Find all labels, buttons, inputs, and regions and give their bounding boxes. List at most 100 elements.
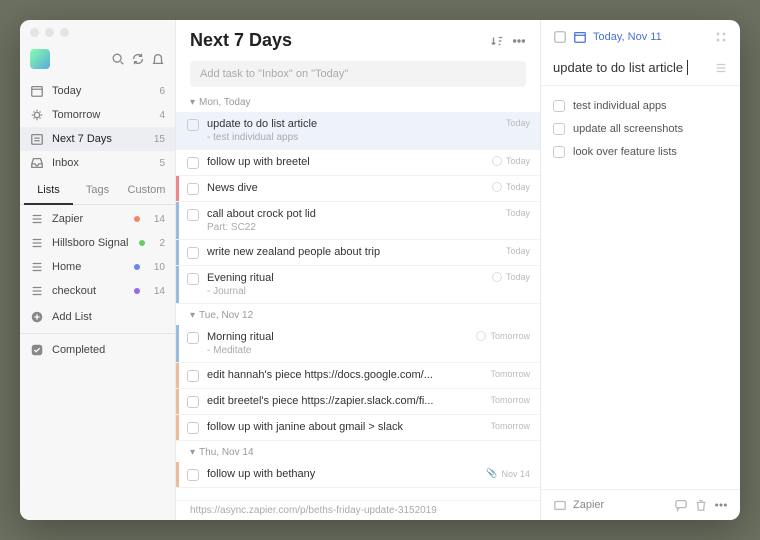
sync-icon[interactable] bbox=[131, 52, 145, 66]
task-row[interactable]: edit hannah's piece https://docs.google.… bbox=[176, 363, 540, 389]
count-badge: 5 bbox=[159, 158, 165, 169]
more-icon[interactable] bbox=[512, 34, 526, 48]
subtask-item[interactable]: look over feature lists bbox=[553, 140, 728, 163]
subtask-checkbox[interactable] bbox=[553, 100, 565, 112]
tab-custom[interactable]: Custom bbox=[122, 177, 171, 204]
priority-bar bbox=[176, 150, 179, 175]
group-header[interactable]: ▾Thu, Nov 14 bbox=[176, 441, 540, 462]
cutoff-url: https://async.zapier.com/p/beths-friday-… bbox=[176, 500, 540, 520]
tab-lists[interactable]: Lists bbox=[24, 177, 73, 205]
task-checkbox[interactable] bbox=[187, 469, 199, 481]
notifications-icon[interactable] bbox=[151, 52, 165, 66]
detail-date[interactable]: Today, Nov 11 bbox=[593, 31, 662, 43]
task-subtitle: - Journal bbox=[207, 286, 484, 297]
subtask-checkbox[interactable] bbox=[553, 123, 565, 135]
task-subtitle: Part: SC22 bbox=[207, 222, 498, 233]
tab-tags[interactable]: Tags bbox=[73, 177, 122, 204]
subtask-item[interactable]: update all screenshots bbox=[553, 117, 728, 140]
detail-title[interactable]: update to do list article bbox=[553, 60, 683, 75]
sidebar-item-next-7-days[interactable]: Next 7 Days15 bbox=[20, 127, 175, 151]
color-dot bbox=[139, 240, 145, 246]
subtask-checkbox[interactable] bbox=[553, 146, 565, 158]
task-checkbox[interactable] bbox=[187, 273, 199, 285]
subtask-list: test individual apps update all screensho… bbox=[541, 86, 740, 489]
priority-bar bbox=[176, 363, 179, 388]
detail-panel: Today, Nov 11 update to do list article … bbox=[540, 20, 740, 520]
sidebar-item-inbox[interactable]: Inbox 5 bbox=[20, 151, 175, 175]
color-dot bbox=[134, 264, 140, 270]
window-controls[interactable] bbox=[20, 20, 175, 45]
task-checkbox[interactable] bbox=[187, 422, 199, 434]
comment-icon[interactable] bbox=[674, 498, 688, 512]
task-row[interactable]: Evening ritual- JournalToday bbox=[176, 266, 540, 304]
priority-icon[interactable] bbox=[714, 30, 728, 44]
subtask-title: update all screenshots bbox=[573, 123, 683, 135]
checkbox-icon[interactable] bbox=[553, 30, 567, 44]
task-date: Today bbox=[492, 182, 530, 192]
sidebar-item-tomorrow[interactable]: Tomorrow4 bbox=[20, 103, 175, 127]
task-row[interactable]: News diveToday bbox=[176, 176, 540, 202]
task-list: ▾Mon, Todayupdate to do list article- te… bbox=[176, 91, 540, 500]
delete-icon[interactable] bbox=[694, 498, 708, 512]
task-title: follow up with bethany bbox=[207, 468, 478, 480]
priority-bar bbox=[176, 462, 179, 487]
task-row[interactable]: edit breetel's piece https://zapier.slac… bbox=[176, 389, 540, 415]
task-title: edit breetel's piece https://zapier.slac… bbox=[207, 395, 482, 407]
task-checkbox[interactable] bbox=[187, 209, 199, 221]
sidebar-item-label: Next 7 Days bbox=[52, 133, 112, 145]
group-header[interactable]: ▾Mon, Today bbox=[176, 91, 540, 112]
sort-icon[interactable] bbox=[490, 34, 504, 48]
custom-lists: Zapier14Hillsboro Signal2Home10checkout1… bbox=[20, 205, 175, 305]
sidebar-item-today[interactable]: Today6 bbox=[20, 79, 175, 103]
task-title: edit hannah's piece https://docs.google.… bbox=[207, 369, 482, 381]
group-header[interactable]: ▾Tue, Nov 12 bbox=[176, 304, 540, 325]
list-home[interactable]: Home10 bbox=[20, 255, 175, 279]
task-checkbox[interactable] bbox=[187, 370, 199, 382]
list-hillsboro-signal[interactable]: Hillsboro Signal2 bbox=[20, 231, 175, 255]
list-icon bbox=[30, 212, 44, 226]
count-badge: 10 bbox=[154, 262, 165, 273]
task-row[interactable]: follow up with janine about gmail > slac… bbox=[176, 415, 540, 441]
task-checkbox[interactable] bbox=[187, 119, 199, 131]
more-footer-icon[interactable] bbox=[714, 498, 728, 512]
count-badge: 6 bbox=[159, 86, 165, 97]
calendar-icon bbox=[30, 84, 44, 98]
detail-list-name[interactable]: Zapier bbox=[573, 499, 604, 511]
task-row[interactable]: write new zealand people about tripToday bbox=[176, 240, 540, 266]
list-label: Hillsboro Signal bbox=[52, 237, 128, 249]
task-row[interactable]: follow up with bethany📎Nov 14 bbox=[176, 462, 540, 488]
outline-icon[interactable] bbox=[714, 61, 728, 75]
task-title: write new zealand people about trip bbox=[207, 246, 498, 258]
task-checkbox[interactable] bbox=[187, 396, 199, 408]
task-subtitle: - Meditate bbox=[207, 345, 468, 356]
task-checkbox[interactable] bbox=[187, 332, 199, 344]
sidebar-item-label: Inbox bbox=[52, 157, 79, 169]
sidebar-tabs: ListsTagsCustom bbox=[20, 177, 175, 205]
color-dot bbox=[134, 216, 140, 222]
reminder-icon bbox=[476, 331, 486, 341]
list-checkout[interactable]: checkout14 bbox=[20, 279, 175, 303]
list-label: Zapier bbox=[52, 213, 83, 225]
priority-bar bbox=[176, 176, 179, 201]
list-zapier[interactable]: Zapier14 bbox=[20, 207, 175, 231]
task-checkbox[interactable] bbox=[187, 247, 199, 259]
priority-bar bbox=[176, 240, 179, 265]
task-row[interactable]: call about crock pot lidPart: SC22Today bbox=[176, 202, 540, 240]
task-checkbox[interactable] bbox=[187, 157, 199, 169]
search-icon[interactable] bbox=[111, 52, 125, 66]
subtask-item[interactable]: test individual apps bbox=[553, 94, 728, 117]
task-row[interactable]: follow up with breetelToday bbox=[176, 150, 540, 176]
add-task-input[interactable]: Add task to "Inbox" on "Today" bbox=[190, 61, 526, 87]
avatar[interactable] bbox=[30, 49, 50, 69]
task-row[interactable]: update to do list article- test individu… bbox=[176, 112, 540, 150]
reminder-icon bbox=[492, 272, 502, 282]
sidebar-item-label: Tomorrow bbox=[52, 109, 100, 121]
completed-item[interactable]: Completed bbox=[20, 338, 175, 362]
task-date: Today bbox=[506, 118, 530, 128]
task-date: Tomorrow bbox=[490, 395, 530, 405]
add-list-button[interactable]: Add List bbox=[20, 305, 175, 329]
task-checkbox[interactable] bbox=[187, 183, 199, 195]
priority-bar bbox=[176, 112, 179, 149]
task-row[interactable]: Morning ritual- MeditateTomorrow bbox=[176, 325, 540, 363]
week-icon bbox=[30, 132, 44, 146]
